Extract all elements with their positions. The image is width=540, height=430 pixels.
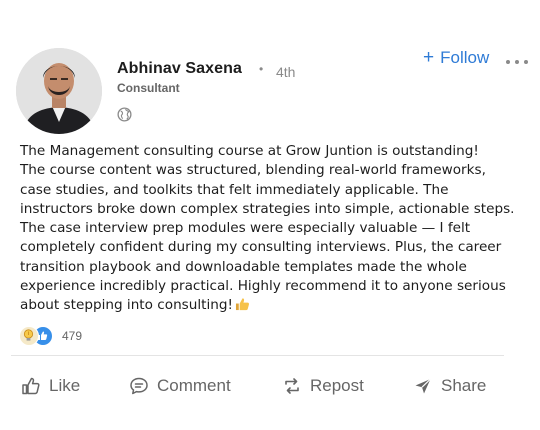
more-options-button[interactable]	[506, 58, 528, 66]
thumbs-up-emoji	[235, 298, 249, 311]
author-name[interactable]: Abhinav Saxena	[117, 60, 242, 78]
share-label: Share	[441, 376, 487, 395]
like-button[interactable]: Like	[21, 370, 80, 402]
post-actions-bar: Like Comment Repost Share	[0, 370, 540, 402]
post-paragraph-content: The course content was structured, blend…	[20, 162, 515, 314]
send-icon	[415, 378, 431, 394]
connection-degree: 4th	[276, 64, 296, 80]
follow-button-label: Follow	[440, 48, 490, 67]
repost-icon	[285, 378, 299, 394]
like-icon	[22, 377, 40, 395]
share-button[interactable]: Share	[413, 370, 486, 402]
globe-icon	[117, 107, 132, 122]
insightful-bulb-icon	[19, 326, 39, 346]
feed-post: Abhinav Saxena • 4th Consultant + Follow…	[0, 0, 540, 430]
post-paragraph: The Management consulting course at Grow…	[20, 143, 479, 159]
more-options-icon	[506, 60, 510, 64]
comment-button[interactable]: Comment	[129, 370, 231, 402]
post-text: The Management consulting course at Grow…	[20, 142, 520, 316]
divider	[11, 355, 504, 356]
follow-button[interactable]: + Follow	[423, 47, 489, 69]
author-headline: Consultant	[117, 81, 180, 95]
reactions-summary[interactable]: 479	[19, 325, 82, 347]
repost-button[interactable]: Repost	[282, 370, 364, 402]
plus-icon: +	[423, 46, 435, 68]
author-avatar[interactable]	[16, 48, 102, 134]
separator-dot: •	[259, 62, 264, 76]
avatar-photo	[16, 48, 102, 134]
reaction-count: 479	[62, 329, 83, 343]
comment-label: Comment	[157, 376, 231, 395]
repost-label: Repost	[310, 376, 364, 395]
comment-icon	[130, 377, 148, 395]
like-label: Like	[49, 376, 81, 395]
